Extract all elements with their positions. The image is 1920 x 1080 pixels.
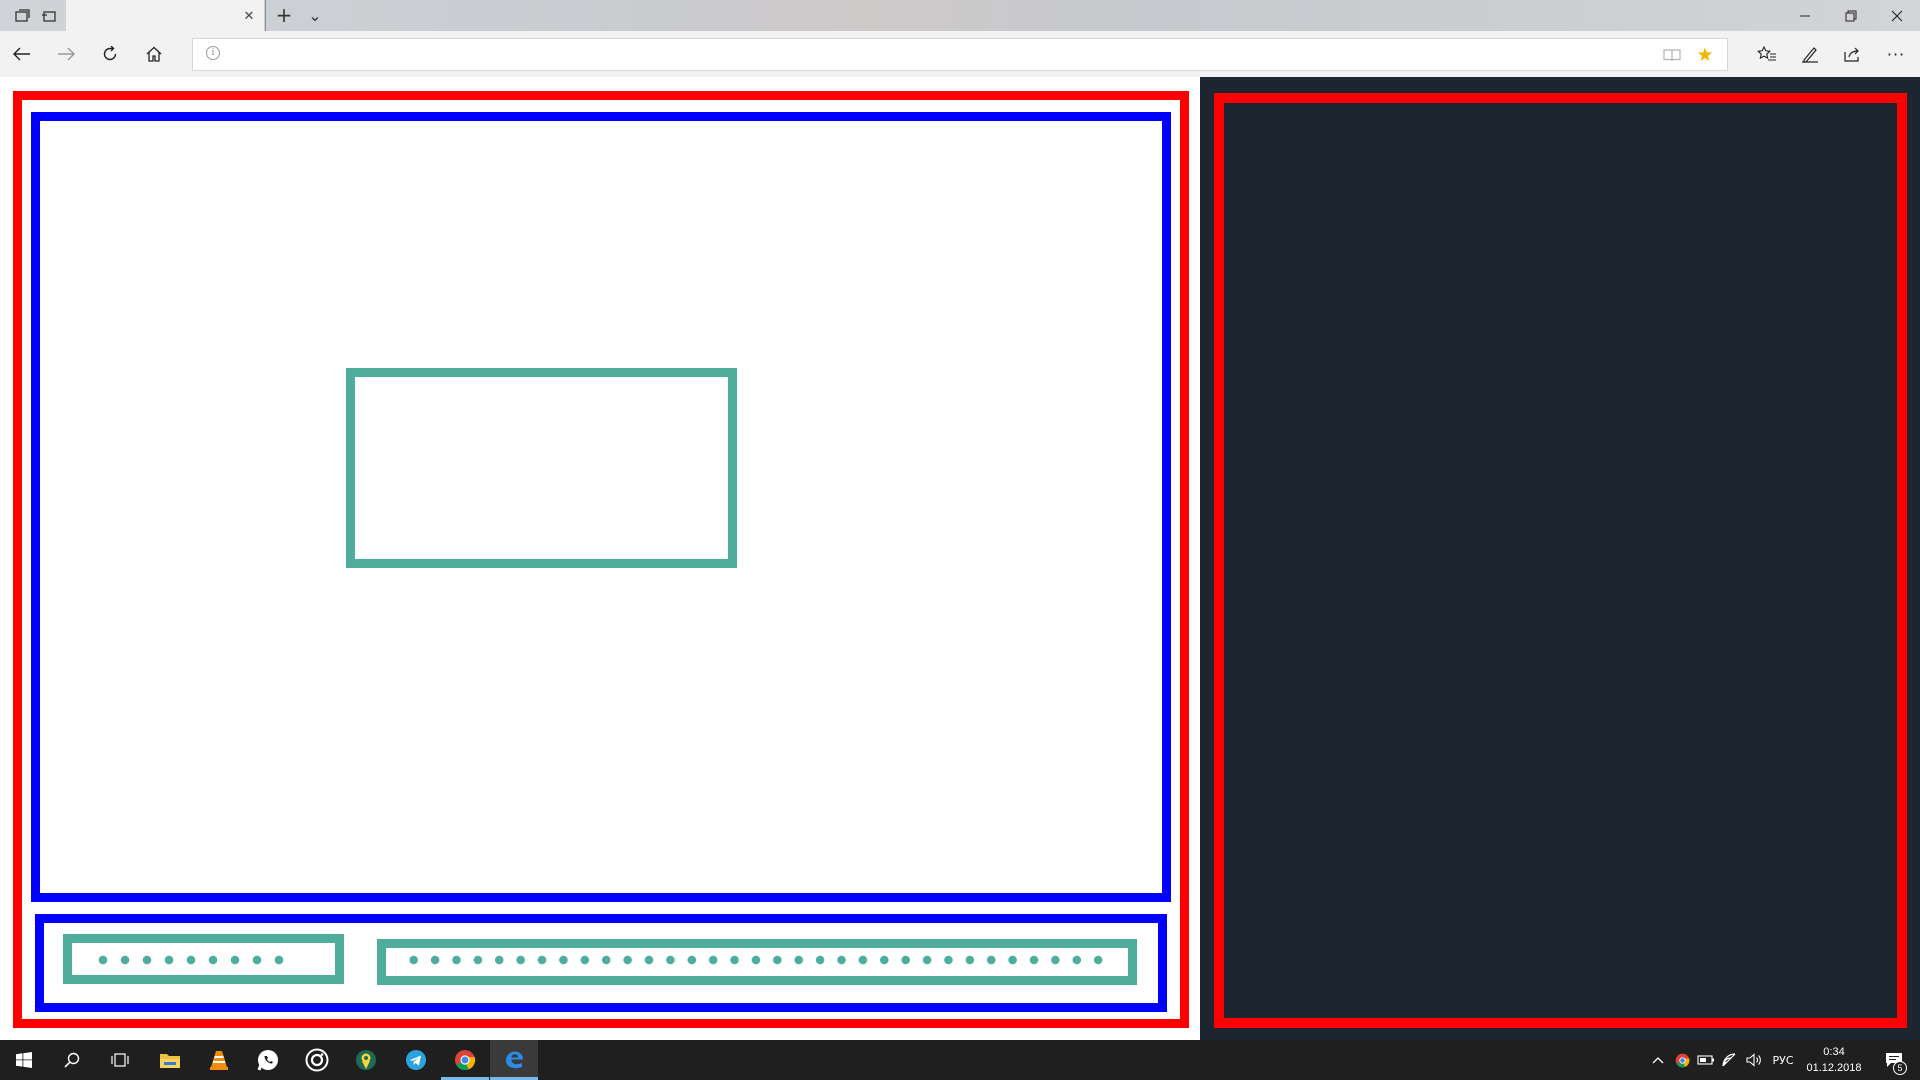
taskbar-edge[interactable] — [490, 1040, 538, 1080]
share-icon — [1844, 47, 1859, 62]
vlc-icon — [210, 1051, 228, 1070]
outer-red-frame-right — [1214, 93, 1907, 1028]
forward-arrow-icon — [58, 47, 75, 61]
battery-button[interactable] — [1694, 1040, 1718, 1080]
more-options-button[interactable]: ··· — [1877, 38, 1915, 70]
address-bar[interactable] — [192, 38, 1728, 71]
taskbar-file-explorer[interactable] — [146, 1040, 194, 1080]
tab-close-icon[interactable]: ✕ — [240, 7, 258, 25]
tray-chrome-button[interactable] — [1670, 1040, 1694, 1080]
tabs-aside-icon — [42, 10, 56, 22]
close-window-button[interactable] — [1874, 0, 1920, 31]
reading-view-button[interactable] — [1662, 45, 1682, 65]
restore-button[interactable] — [1828, 0, 1874, 31]
taskbar-telegram[interactable] — [392, 1040, 440, 1080]
favorites-hub-button[interactable] — [1748, 38, 1786, 70]
action-center-button[interactable] — [1874, 1040, 1914, 1080]
pen-icon — [1802, 47, 1818, 63]
restore-icon — [1845, 10, 1857, 21]
tab-divider — [265, 0, 266, 31]
start-icon — [16, 1052, 32, 1068]
home-button[interactable] — [137, 38, 171, 70]
chevron-up-icon — [1652, 1057, 1664, 1064]
chrome-icon — [455, 1050, 476, 1071]
center-teal-box — [346, 368, 737, 568]
clock-button[interactable]: 0:34 01.12.2018 — [1800, 1044, 1868, 1076]
taskbar-camera-app[interactable] — [293, 1040, 341, 1080]
minimize-button[interactable] — [1782, 0, 1828, 31]
taskbar-vlc[interactable] — [195, 1040, 243, 1080]
notification-count-badge: 5 — [1893, 1061, 1907, 1075]
whatsapp-icon — [257, 1050, 278, 1071]
close-icon — [1891, 10, 1903, 21]
file-explorer-icon — [160, 1054, 180, 1068]
share-button[interactable] — [1834, 38, 1872, 70]
task-view-icon — [111, 1053, 129, 1067]
edge-icon — [506, 1051, 523, 1069]
refresh-icon — [103, 46, 117, 61]
task-view-button[interactable] — [96, 1040, 144, 1080]
favorites-hub-icon — [1757, 46, 1776, 61]
reading-view-icon — [1663, 49, 1681, 62]
browser-tab-active[interactable] — [66, 0, 264, 31]
language-indicator[interactable]: РУС — [1768, 1040, 1798, 1080]
taskbar-chrome[interactable] — [441, 1040, 489, 1080]
refresh-button[interactable] — [93, 38, 127, 70]
telegram-icon — [406, 1050, 426, 1070]
camera-app-icon — [305, 1048, 329, 1072]
new-tab-button[interactable]: + — [272, 3, 296, 27]
tab-list-chevron-icon[interactable]: ⌄ — [303, 3, 327, 27]
taskbar-maps-app[interactable] — [342, 1040, 390, 1080]
show-hidden-icons-button[interactable] — [1646, 1040, 1670, 1080]
footer-small-dots — [92, 955, 288, 965]
footer-large-dots — [403, 955, 1107, 965]
minimize-icon — [1800, 15, 1810, 16]
favorite-star-icon[interactable]: ★ — [1694, 44, 1716, 66]
battery-icon — [1697, 1055, 1714, 1065]
network-button[interactable] — [1718, 1040, 1742, 1080]
clock-time: 0:34 — [1823, 1046, 1845, 1058]
chrome-tray-icon — [1675, 1053, 1689, 1067]
start-button[interactable] — [0, 1040, 48, 1080]
clock-date: 01.12.2018 — [1806, 1062, 1862, 1074]
search-icon — [64, 1052, 80, 1068]
maps-app-icon — [356, 1050, 376, 1070]
address-input[interactable] — [233, 43, 1637, 67]
wifi-icon — [1722, 1053, 1736, 1067]
search-button[interactable] — [48, 1040, 96, 1080]
speaker-icon — [1746, 1053, 1761, 1067]
volume-button[interactable] — [1742, 1040, 1766, 1080]
back-arrow-icon — [13, 47, 30, 61]
site-info-icon[interactable]: i — [206, 46, 220, 60]
forward-button[interactable] — [49, 38, 83, 70]
web-notes-button[interactable] — [1791, 38, 1829, 70]
taskbar-whatsapp[interactable] — [244, 1040, 292, 1080]
home-icon — [146, 46, 162, 62]
back-button[interactable] — [5, 38, 39, 70]
